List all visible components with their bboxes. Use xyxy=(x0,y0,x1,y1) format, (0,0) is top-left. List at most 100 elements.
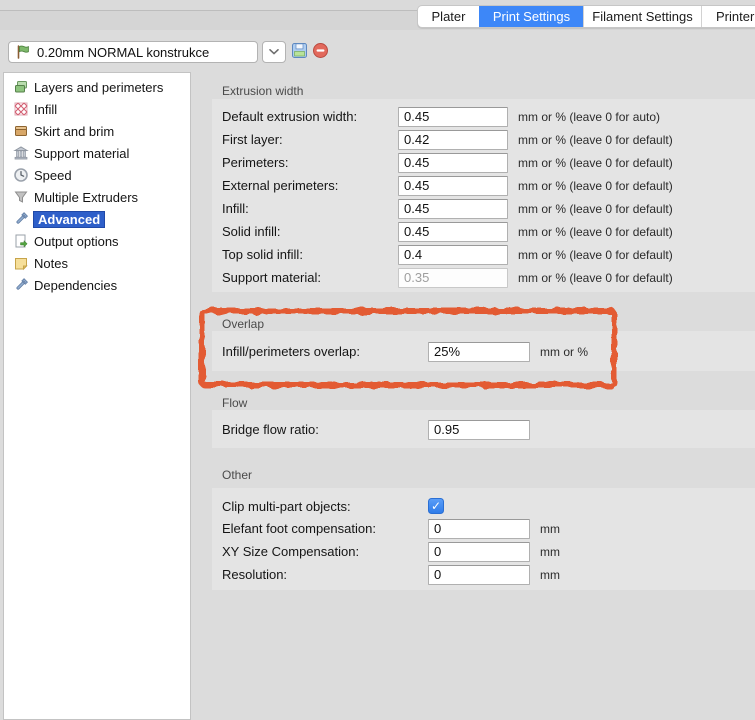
unit-label: mm or % (leave 0 for default) xyxy=(518,225,673,239)
sidebar-item-notes[interactable]: Notes xyxy=(4,252,190,274)
sidebar-item-multiple-extruders[interactable]: Multiple Extruders xyxy=(4,186,190,208)
titlebar-divider xyxy=(0,10,418,11)
xy-size-compensation-input[interactable] xyxy=(428,542,530,562)
settings-row: External perimeters: mm or % (leave 0 fo… xyxy=(212,174,755,197)
delete-preset-button[interactable] xyxy=(312,42,329,59)
preset-dropdown-button[interactable] xyxy=(262,41,286,63)
elefant-foot-compensation-input[interactable] xyxy=(428,519,530,539)
sidebar-label: Dependencies xyxy=(34,278,117,293)
field-label: Perimeters: xyxy=(222,155,398,170)
sidebar-label: Speed xyxy=(34,168,72,183)
settings-row: Support material: mm or % (leave 0 for d… xyxy=(212,266,755,289)
checkmark-icon: ✓ xyxy=(431,500,441,512)
field-label: Top solid infill: xyxy=(222,247,398,262)
slic3r-print-settings-window: { "tabs": { "items": [ {"label": "Plater… xyxy=(0,0,755,720)
save-preset-button[interactable] xyxy=(291,42,308,59)
settings-row: First layer: mm or % (leave 0 for defaul… xyxy=(212,128,755,151)
unit-label: mm or % (leave 0 for auto) xyxy=(518,110,660,124)
settings-row: Resolution: mm xyxy=(212,563,755,586)
sidebar-item-advanced[interactable]: Advanced xyxy=(4,208,190,230)
section-title-extrusion-width: Extrusion width xyxy=(222,84,303,98)
field-label: Resolution: xyxy=(222,567,428,582)
field-label: Clip multi-part objects: xyxy=(222,499,428,514)
settings-row: Perimeters: mm or % (leave 0 for default… xyxy=(212,151,755,174)
tab-print-settings[interactable]: Print Settings xyxy=(479,6,583,27)
field-label: XY Size Compensation: xyxy=(222,544,428,559)
unit-label: mm xyxy=(540,522,560,536)
field-label: Support material: xyxy=(222,270,398,285)
resolution-input[interactable] xyxy=(428,565,530,585)
sidebar-item-support-material[interactable]: Support material xyxy=(4,142,190,164)
solid-infill-width-input[interactable] xyxy=(398,222,508,242)
layers-icon xyxy=(13,79,29,95)
settings-row: Default extrusion width: mm or % (leave … xyxy=(212,105,755,128)
settings-row: Clip multi-part objects: ✓ xyxy=(212,495,755,517)
section-title-flow: Flow xyxy=(222,396,247,410)
chevron-down-icon xyxy=(269,49,279,55)
sidebar-item-output-options[interactable]: Output options xyxy=(4,230,190,252)
clip-multi-part-objects-checkbox[interactable]: ✓ xyxy=(428,498,444,514)
sidebar-label-selected: Advanced xyxy=(33,211,105,228)
unit-label: mm or % (leave 0 for default) xyxy=(518,202,673,216)
tab-plater[interactable]: Plater xyxy=(418,6,479,27)
top-bar: Plater Print Settings Filament Settings … xyxy=(0,0,755,30)
sidebar-label: Infill xyxy=(34,102,57,117)
external-perimeters-width-input[interactable] xyxy=(398,176,508,196)
settings-row: Elefant foot compensation: mm xyxy=(212,517,755,540)
preset-combobox[interactable]: 0.20mm NORMAL konstrukce xyxy=(8,41,258,63)
field-label: Elefant foot compensation: xyxy=(222,521,428,536)
unit-label: mm or % (leave 0 for default) xyxy=(518,133,673,147)
support-material-width-input xyxy=(398,268,508,288)
unit-label: mm or % (leave 0 for default) xyxy=(518,156,673,170)
speed-icon xyxy=(13,167,29,183)
sidebar-label: Skirt and brim xyxy=(34,124,114,139)
infill-width-input[interactable] xyxy=(398,199,508,219)
sidebar-label: Support material xyxy=(34,146,129,161)
tab-printer-settings[interactable]: Printer Settings xyxy=(701,6,755,27)
sidebar-item-infill[interactable]: Infill xyxy=(4,98,190,120)
unit-label: mm or % (leave 0 for default) xyxy=(518,248,673,262)
infill-icon xyxy=(13,101,29,117)
bridge-flow-ratio-input[interactable] xyxy=(428,420,530,440)
sidebar-item-skirt-and-brim[interactable]: Skirt and brim xyxy=(4,120,190,142)
unit-label: mm xyxy=(540,568,560,582)
top-solid-infill-width-input[interactable] xyxy=(398,245,508,265)
sidebar-label: Notes xyxy=(34,256,68,271)
section-title-other: Other xyxy=(222,468,252,482)
settings-row: Top solid infill: mm or % (leave 0 for d… xyxy=(212,243,755,266)
settings-row: Bridge flow ratio: xyxy=(212,418,755,441)
tab-bar: Plater Print Settings Filament Settings … xyxy=(417,5,755,28)
support-icon xyxy=(13,145,29,161)
sidebar-label: Multiple Extruders xyxy=(34,190,138,205)
wrench-icon xyxy=(13,277,29,293)
field-label: Infill/perimeters overlap: xyxy=(222,344,428,359)
section-title-overlap: Overlap xyxy=(222,317,264,331)
unit-label: mm xyxy=(540,545,560,559)
preset-flag-icon xyxy=(15,44,31,60)
field-label: Bridge flow ratio: xyxy=(222,422,428,437)
sidebar-item-speed[interactable]: Speed xyxy=(4,164,190,186)
perimeters-width-input[interactable] xyxy=(398,153,508,173)
field-label: First layer: xyxy=(222,132,398,147)
infill-perimeters-overlap-input[interactable] xyxy=(428,342,530,362)
notes-icon xyxy=(13,255,29,271)
sidebar-item-dependencies[interactable]: Dependencies xyxy=(4,274,190,296)
skirt-icon xyxy=(13,123,29,139)
sidebar-label: Output options xyxy=(34,234,119,249)
sidebar-item-layers-and-perimeters[interactable]: Layers and perimeters xyxy=(4,76,190,98)
first-layer-width-input[interactable] xyxy=(398,130,508,150)
section-extrusion-width: Default extrusion width: mm or % (leave … xyxy=(212,99,755,292)
sidebar-label: Layers and perimeters xyxy=(34,80,163,95)
section-flow: Bridge flow ratio: xyxy=(212,410,755,448)
settings-row: XY Size Compensation: mm xyxy=(212,540,755,563)
default-extrusion-width-input[interactable] xyxy=(398,107,508,127)
extruders-icon xyxy=(13,189,29,205)
field-label: Solid infill: xyxy=(222,224,398,239)
settings-row: Infill: mm or % (leave 0 for default) xyxy=(212,197,755,220)
field-label: Default extrusion width: xyxy=(222,109,398,124)
settings-category-list: Layers and perimeters Infill Skirt and b… xyxy=(3,72,191,720)
settings-row: Infill/perimeters overlap: mm or % xyxy=(212,340,755,363)
tab-filament-settings[interactable]: Filament Settings xyxy=(583,6,701,27)
unit-label: mm or % (leave 0 for default) xyxy=(518,271,673,285)
wrench-icon xyxy=(13,211,29,227)
